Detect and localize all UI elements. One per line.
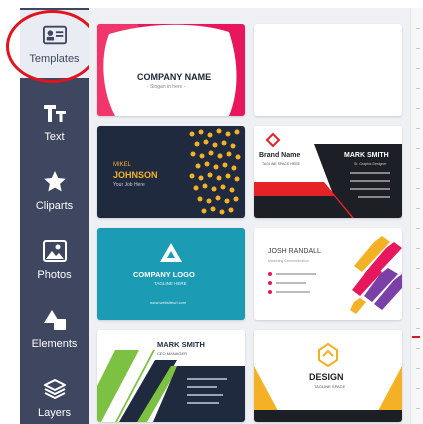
phone-icon <box>268 281 272 285</box>
template-card-mark-smith[interactable]: MARK SMITH CEO MANAGER <box>97 330 245 422</box>
card-tagline: TAGLINE SPACE <box>314 384 346 389</box>
sidebar-item-layers[interactable]: Layers <box>20 364 89 424</box>
contact-line <box>187 402 219 404</box>
card-name: JOSH RANDALL <box>268 248 321 255</box>
contact-line <box>358 196 390 198</box>
card-role: Sr. Graphic Designer <box>354 162 387 166</box>
card-name: MARK SMITH <box>344 152 389 159</box>
contact-line <box>276 282 306 284</box>
contact-line <box>187 386 217 388</box>
card-brand: Brand Name <box>259 152 301 159</box>
template-editor: Templates Text Cliparts Photos Elements … <box>0 0 423 424</box>
sidebar-item-templates[interactable]: Templates <box>20 10 89 78</box>
star-icon <box>43 170 67 194</box>
card-role: Marketing Communication <box>268 259 309 263</box>
card-brand-tag: TAGLINE SPACE HERE <box>262 162 300 166</box>
contact-line <box>276 291 310 293</box>
sidebar-item-cliparts[interactable]: Cliparts <box>20 157 89 225</box>
image-icon <box>42 239 67 263</box>
card-title: COMPANY NAME <box>137 72 212 82</box>
contact-line <box>187 394 223 396</box>
ruler-marker <box>412 336 420 338</box>
sidebar-item-elements[interactable]: Elements <box>20 295 89 363</box>
sidebar-item-label: Elements <box>31 338 78 350</box>
template-card-company-name[interactable]: COMPANY NAME - Slogan in here - <box>97 24 245 116</box>
id-card-icon <box>42 23 67 47</box>
sidebar-item-label: Cliparts <box>35 200 74 212</box>
card-title: DESIGN <box>309 372 344 382</box>
shapes-icon <box>43 308 67 332</box>
template-card-josh-randall[interactable]: JOSH RANDALL Marketing Communication <box>254 228 402 320</box>
card-job: Your Job Here <box>113 182 145 188</box>
contact-line <box>187 378 227 380</box>
card-tagline: - Slogan in here - <box>147 84 186 90</box>
template-card-company-logo[interactable]: COMPANY LOGO TAGLINE HERE www.websiteurl… <box>97 228 245 320</box>
sidebar-item-label: Photos <box>37 269 72 281</box>
text-tt-icon <box>43 101 67 125</box>
card-website: www.websiteurl.com <box>150 300 187 305</box>
vertical-ruler <box>410 8 423 424</box>
sidebar-item-text[interactable]: Text <box>20 88 89 156</box>
email-icon <box>268 290 272 294</box>
card-first-name: MIKEL <box>113 162 132 168</box>
sidebar-item-label: Layers <box>37 407 72 419</box>
card-last-name: JOHNSON <box>113 170 158 180</box>
contact-line <box>350 180 390 182</box>
card-title: COMPANY LOGO <box>133 270 195 279</box>
template-card-mikel-johnson[interactable]: MIKEL JOHNSON Your Job Here <box>97 126 245 218</box>
contact-line <box>350 172 390 174</box>
sidebar-item-photos[interactable]: Photos <box>20 226 89 294</box>
layers-icon <box>43 377 67 401</box>
address-icon <box>268 272 272 276</box>
contact-line <box>350 188 390 190</box>
template-card-design[interactable]: DESIGN TAGLINE SPACE <box>254 330 402 422</box>
card-tagline: TAGLINE HERE <box>154 281 187 286</box>
template-card-brand-name[interactable]: Brand Name TAGLINE SPACE HERE MARK SMITH… <box>254 126 402 218</box>
company-logo-icon <box>160 243 182 262</box>
contact-line <box>276 273 316 275</box>
template-card-blank[interactable] <box>254 24 402 116</box>
sidebar-item-label: Text <box>44 131 65 143</box>
sidebar-item-label: Templates <box>29 53 80 65</box>
card-role: CEO MANAGER <box>157 351 188 356</box>
card-name: MARK SMITH <box>157 340 205 349</box>
